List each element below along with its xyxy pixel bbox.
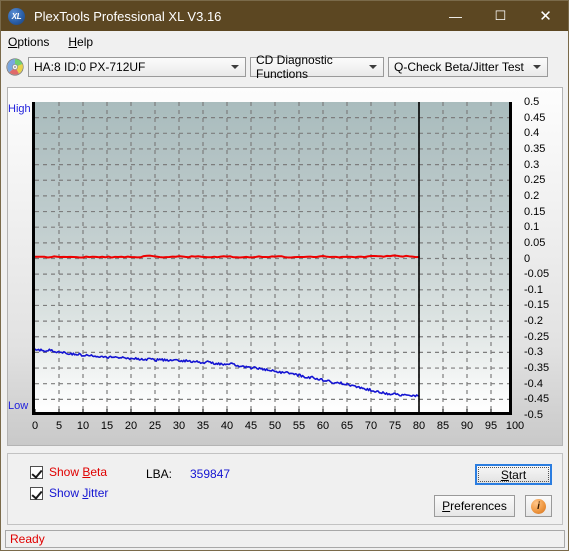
y-tick-label: 0.5 — [524, 96, 540, 108]
drive-select-value: HA:8 ID:0 PX-712UF — [34, 59, 146, 74]
test-select-value: Q-Check Beta/Jitter Test — [394, 59, 524, 74]
chart-panel: High Low 0.5 0.45 0.4 0.35 0.3 0.25 0.2 0.15 0.1… — [7, 87, 563, 446]
function-select[interactable]: CD Diagnostic Functions — [250, 53, 384, 81]
x-tick-label: 25 — [148, 420, 162, 432]
start-button[interactable]: Start — [475, 464, 552, 485]
x-tick-label: 20 — [124, 420, 138, 432]
show-jitter-checkbox[interactable] — [30, 486, 43, 500]
y-axis-tick-labels: 0.5 0.45 0.4 0.35 0.3 0.25 0.2 0.15 0.1 0.05 0 -0.0… — [518, 96, 558, 421]
x-tick-label: 45 — [244, 420, 258, 432]
y-tick-label: -0.25 — [524, 330, 550, 343]
info-button[interactable]: i — [525, 495, 552, 517]
status-bar: Ready — [5, 530, 565, 548]
x-tick-label: 0 — [31, 420, 39, 432]
lba-value: 359847 — [190, 467, 231, 481]
y-tick-label: 0.45 — [524, 111, 546, 124]
axis-label-low: Low — [8, 400, 29, 412]
test-select[interactable]: Q-Check Beta/Jitter Test — [388, 56, 548, 77]
x-tick-label: 80 — [412, 420, 426, 432]
x-axis-tick-labels: 0 5 10 15 20 25 30 35 40 45 50 55 60 65 70 75 80 85 90 95 10… — [31, 420, 524, 436]
plextools-window: XL PlexTools Professional XL V3.16 — ☐ ✕… — [0, 0, 569, 551]
menu-item-options[interactable]: Options — [8, 35, 49, 49]
close-icon[interactable]: ✕ — [523, 1, 568, 31]
window-title: PlexTools Professional XL V3.16 — [34, 8, 222, 24]
menu-help-rest: elp — [77, 34, 94, 49]
controls-panel: Show Beta Show Jitter LBA: 359847 Start … — [7, 453, 563, 525]
app-xl-icon: XL — [8, 7, 25, 25]
chevron-down-icon — [231, 64, 239, 69]
disc-icon — [6, 57, 24, 76]
x-tick-label: 70 — [364, 420, 378, 432]
plot-wrapper: High Low 0.5 0.45 0.4 0.35 0.3 0.25 0.2 0.15 0.1… — [8, 96, 549, 432]
x-tick-label: 50 — [268, 420, 282, 432]
preferences-button[interactable]: Preferences — [434, 495, 515, 517]
menu-bar: Options Help — [1, 31, 568, 52]
chevron-down-icon — [369, 64, 377, 69]
title-bar: XL PlexTools Professional XL V3.16 — ☐ ✕ — [1, 1, 568, 31]
y-tick-label: 0.1 — [524, 221, 540, 234]
y-tick-label: -0.15 — [524, 299, 550, 312]
minimize-icon[interactable]: — — [433, 1, 478, 31]
y-tick-label: -0.5 — [524, 409, 543, 421]
y-tick-label: -0.1 — [524, 283, 543, 296]
show-beta-label: Show Beta — [49, 465, 108, 479]
x-tick-label: 40 — [220, 420, 234, 432]
toolbar: HA:8 ID:0 PX-712UF CD Diagnostic Functio… — [1, 52, 568, 81]
show-jitter-label: Show Jitter — [49, 486, 109, 500]
x-tick-label: 85 — [436, 420, 450, 432]
preferences-button-label: Preferences — [442, 499, 507, 513]
x-tick-label: 65 — [340, 420, 354, 432]
y-tick-label: 0.3 — [524, 158, 540, 171]
menu-item-help[interactable]: Help — [68, 35, 93, 49]
x-tick-label: 30 — [172, 420, 186, 432]
x-tick-label: 90 — [460, 420, 474, 432]
y-tick-label: -0.05 — [524, 268, 550, 281]
show-beta-checkbox[interactable] — [30, 465, 43, 479]
plot-area[interactable] — [32, 102, 512, 415]
x-tick-label: 55 — [292, 420, 306, 432]
show-jitter-checkbox-row[interactable]: Show Jitter — [30, 486, 108, 500]
y-tick-label: 0.4 — [524, 127, 540, 140]
x-tick-label: 15 — [100, 420, 114, 432]
x-tick-label: 60 — [316, 420, 330, 432]
x-tick-label: 75 — [388, 420, 402, 432]
info-icon: i — [531, 498, 546, 514]
x-tick-label: 10 — [76, 420, 90, 432]
function-select-value: CD Diagnostic Functions — [256, 52, 333, 81]
y-tick-label: -0.3 — [524, 346, 543, 359]
y-tick-label: 0.05 — [524, 236, 546, 249]
y-tick-label: -0.4 — [524, 377, 543, 390]
axis-label-high: High — [8, 103, 31, 115]
x-tick-label: 5 — [55, 420, 63, 432]
y-tick-label: -0.2 — [524, 315, 543, 328]
y-tick-label: 0.25 — [524, 174, 546, 187]
window-controls: — ☐ ✕ — [433, 1, 568, 31]
chevron-down-icon — [533, 64, 541, 69]
y-tick-label: 0.15 — [524, 205, 546, 218]
x-tick-label: 95 — [484, 420, 498, 432]
lba-label: LBA: — [146, 467, 173, 481]
y-tick-label: -0.35 — [524, 362, 550, 375]
menu-options-rest: ptions — [17, 34, 50, 49]
y-tick-label: 0.35 — [524, 142, 546, 155]
y-tick-label: 0.2 — [524, 189, 540, 202]
y-tick-label: 0 — [524, 252, 531, 265]
focus-ring — [478, 467, 549, 482]
x-tick-label: 35 — [196, 420, 210, 432]
drive-select[interactable]: HA:8 ID:0 PX-712UF — [28, 56, 246, 77]
chart-canvas — [35, 102, 509, 412]
x-tick-label: 100 — [505, 420, 525, 432]
show-beta-checkbox-row[interactable]: Show Beta — [30, 465, 107, 479]
y-tick-label: -0.45 — [524, 393, 550, 406]
maximize-icon[interactable]: ☐ — [478, 1, 523, 31]
status-text: Ready — [10, 532, 45, 546]
